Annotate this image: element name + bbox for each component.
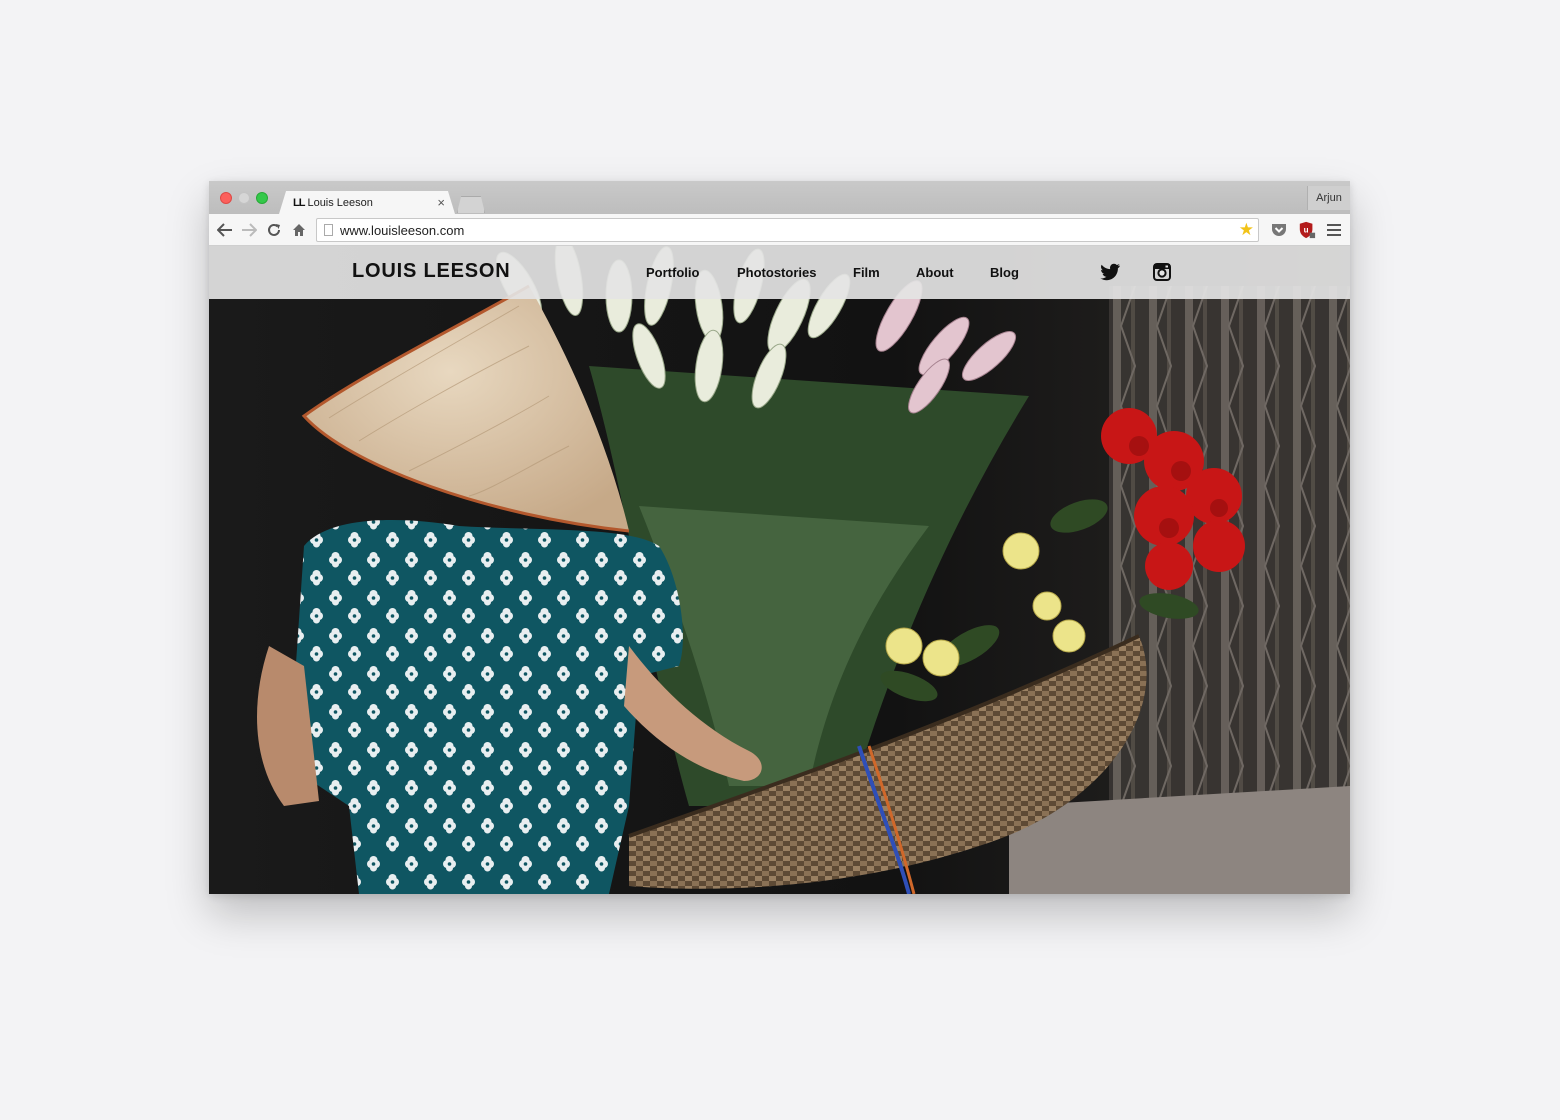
pocket-icon[interactable]	[1270, 221, 1288, 239]
tab-louis-leeson[interactable]: LL Louis Leeson ×	[279, 191, 455, 214]
tab-title: Louis Leeson	[307, 196, 373, 209]
site-logo[interactable]: LOUIS LEESON	[352, 260, 511, 283]
tab-close-icon[interactable]: ×	[437, 195, 445, 210]
twitter-icon[interactable]	[1099, 263, 1120, 281]
browser-toolbar: www.louisleeson.com ★ u	[209, 214, 1350, 246]
hero-photo	[209, 246, 1350, 894]
address-bar[interactable]: www.louisleeson.com ★	[316, 218, 1259, 242]
zoom-window-button[interactable]	[256, 192, 268, 204]
page-icon	[324, 224, 333, 236]
close-window-button[interactable]	[220, 192, 232, 204]
site-favicon-icon: LL	[293, 196, 305, 209]
home-icon[interactable]	[290, 221, 308, 239]
back-arrow-icon[interactable]	[216, 221, 234, 239]
bookmark-star-icon[interactable]: ★	[1239, 220, 1254, 240]
forward-arrow-icon[interactable]	[240, 221, 258, 239]
new-tab-button[interactable]	[457, 196, 485, 213]
tab-strip: LL Louis Leeson × Arjun	[209, 181, 1350, 214]
menu-icon[interactable]	[1325, 221, 1343, 239]
instagram-icon[interactable]	[1153, 263, 1173, 281]
website-viewport: LOUIS LEESON Portfolio Photostories Film…	[209, 246, 1350, 894]
nav-blog[interactable]: Blog	[990, 265, 1019, 280]
nav-about[interactable]: About	[916, 265, 954, 280]
reload-icon[interactable]	[265, 221, 283, 239]
svg-text:u: u	[1304, 226, 1309, 235]
nav-photostories[interactable]: Photostories	[737, 265, 816, 280]
nav-portfolio[interactable]: Portfolio	[646, 265, 699, 280]
site-header: LOUIS LEESON Portfolio Photostories Film…	[209, 246, 1350, 299]
minimize-window-button[interactable]	[238, 192, 250, 204]
browser-window: LL Louis Leeson × Arjun www.louisleeson.…	[209, 181, 1350, 894]
nav-film[interactable]: Film	[853, 265, 880, 280]
url-text[interactable]: www.louisleeson.com	[340, 223, 464, 238]
ublock-icon[interactable]: u	[1298, 221, 1316, 239]
profile-button[interactable]: Arjun	[1307, 186, 1350, 210]
